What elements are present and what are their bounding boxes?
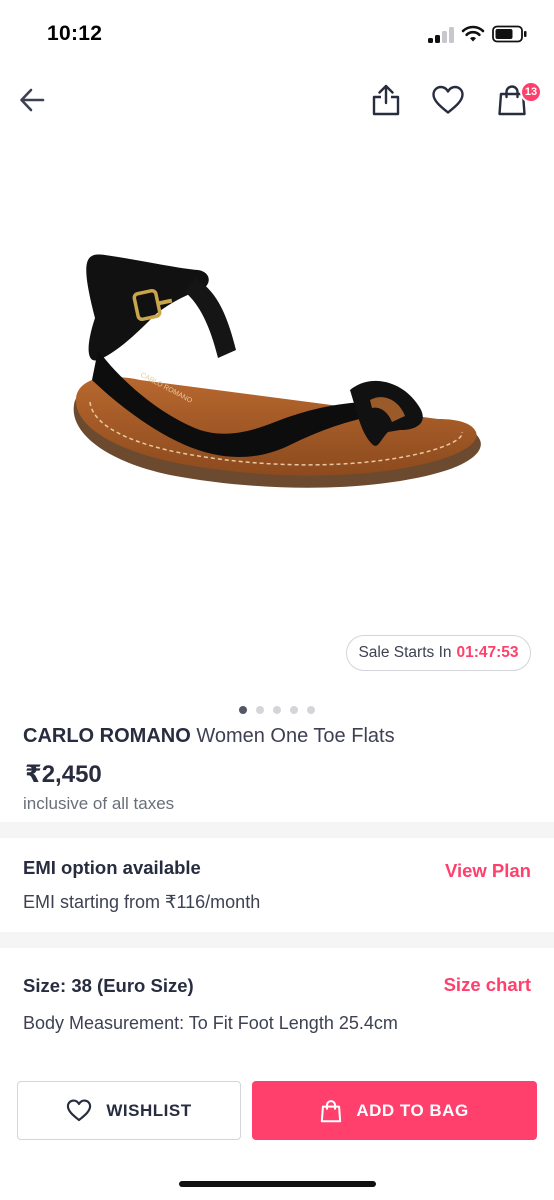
- wishlist-button[interactable]: WISHLIST: [17, 1081, 241, 1140]
- tax-note: inclusive of all taxes: [23, 794, 175, 813]
- selected-size: Size: 38 (Euro Size): [23, 975, 194, 996]
- battery-icon: [492, 25, 527, 43]
- bag-button[interactable]: 13: [490, 78, 542, 122]
- pagination-dot[interactable]: [273, 706, 281, 714]
- product-price: ₹2,450: [25, 761, 102, 788]
- share-button[interactable]: [364, 78, 408, 122]
- body-measurement: Body Measurement: To Fit Foot Length 25.…: [23, 1013, 398, 1033]
- sale-countdown: 01:47:53: [456, 644, 519, 661]
- add-to-bag-button[interactable]: ADD TO BAG: [252, 1081, 537, 1140]
- share-icon: [372, 84, 400, 116]
- product-title: CARLO ROMANO Women One Toe Flats: [23, 725, 395, 748]
- action-footer: WISHLIST ADD TO BAG: [0, 1060, 554, 1200]
- back-button[interactable]: [10, 78, 54, 122]
- pagination-dot[interactable]: [290, 706, 298, 714]
- sale-timer-pill: Sale Starts In 01:47:53: [346, 635, 531, 671]
- sandal-illustration: CARLO ROMANO: [73, 254, 481, 488]
- pagination-dot[interactable]: [307, 706, 315, 714]
- wifi-icon: [461, 25, 485, 42]
- add-to-bag-label: ADD TO BAG: [356, 1100, 469, 1120]
- status-time: 10:12: [47, 22, 103, 45]
- gallery-pagination[interactable]: [0, 706, 554, 714]
- emi-title: EMI option available: [23, 857, 201, 878]
- home-indicator: [179, 1181, 376, 1187]
- pagination-dot[interactable]: [256, 706, 264, 714]
- section-divider: [0, 822, 554, 838]
- pagination-dot[interactable]: [239, 706, 247, 714]
- view-plan-link[interactable]: View Plan: [445, 860, 531, 882]
- back-arrow-icon: [20, 88, 45, 112]
- signal-icon: [428, 27, 454, 43]
- section-divider: [0, 932, 554, 948]
- heart-icon: [67, 1099, 92, 1122]
- wishlist-label: WISHLIST: [106, 1100, 192, 1120]
- product-name: Women One Toe Flats: [196, 725, 395, 747]
- brand-name: CARLO ROMANO: [23, 725, 191, 747]
- size-chart-link[interactable]: Size chart: [444, 974, 531, 996]
- status-bar: 10:12: [0, 0, 554, 70]
- bag-icon: [321, 1099, 342, 1122]
- product-image[interactable]: CARLO ROMANO: [0, 140, 554, 700]
- sale-label: Sale Starts In: [358, 644, 452, 661]
- heart-icon: [432, 85, 464, 114]
- emi-subtitle: EMI starting from ₹116/month: [23, 892, 261, 912]
- wishlist-heart-button[interactable]: [426, 78, 470, 122]
- bag-count-badge: 13: [520, 81, 542, 103]
- nav-bar: 13: [0, 70, 554, 130]
